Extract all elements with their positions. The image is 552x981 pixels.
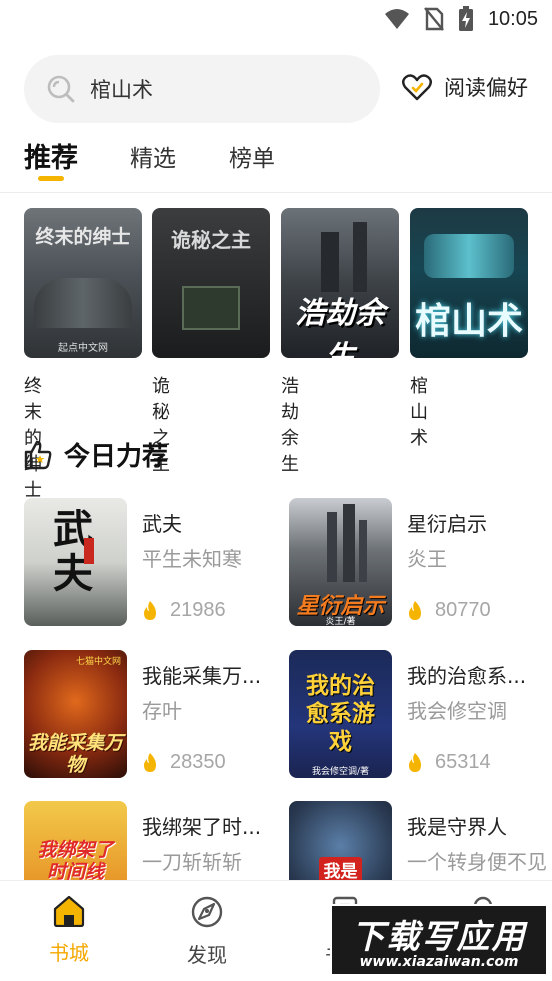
flame-icon (144, 600, 156, 620)
book-title[interactable]: 浩劫余生 (281, 372, 299, 476)
book-cover[interactable]: 诡秘之主 (152, 208, 270, 358)
search-query: 棺山术 (90, 78, 153, 102)
tab-ranking[interactable]: 榜单 (229, 139, 275, 173)
popularity-count: 28350 (170, 751, 226, 773)
book-author: 平生未知寒 (142, 547, 242, 571)
search-icon (47, 75, 75, 103)
popularity-count: 21986 (170, 599, 226, 621)
popularity: 80770 (407, 599, 491, 622)
nav-bookstore[interactable]: 书城 (24, 895, 114, 966)
book-cover: 我的治愈系游戏 我会修空调/著 (289, 650, 392, 778)
book-title: 武夫 (142, 512, 182, 536)
book-card[interactable]: 星衍启示 炎王/著 星衍启示 炎王 80770 (289, 498, 539, 628)
book-title: 我绑架了时... (142, 815, 262, 839)
book-author: 我会修空调 (407, 699, 507, 723)
popularity: 28350 (142, 751, 226, 774)
heart-icon (402, 74, 432, 101)
book-card[interactable]: 武夫 武夫 平生未知寒 21986 (24, 498, 274, 628)
tab-recommend[interactable]: 推荐 (24, 136, 78, 175)
tab-selected[interactable]: 精选 (130, 139, 176, 173)
nav-label: 发现 (187, 943, 227, 967)
flame-icon (144, 752, 156, 772)
status-time: 10:05 (487, 7, 538, 30)
book-title[interactable]: 棺山术 (410, 372, 428, 450)
book-author: 一刀斩斩斩 (142, 850, 242, 874)
reading-preference-button[interactable]: 阅读偏好 (402, 72, 528, 102)
book-cover[interactable]: 浩劫余生 (281, 208, 399, 358)
book-author: 一个转身便不见 (407, 850, 547, 874)
book-cover: 星衍启示 炎王/著 (289, 498, 392, 626)
book-cover[interactable]: 棺山术 (410, 208, 528, 358)
discover-icon (191, 896, 223, 928)
no-sim-icon (424, 7, 444, 31)
watermark: 下载写应用 www.xiazaiwan.com (330, 904, 548, 976)
wifi-icon (384, 9, 409, 29)
category-tabs: 推荐 精选 榜单 (24, 134, 524, 184)
nav-label: 书城 (49, 941, 89, 965)
watermark-main: 下载写应用 (351, 917, 527, 956)
active-tab-indicator (38, 176, 64, 181)
book-cover[interactable]: 终末的绅士 起点中文网 (24, 208, 142, 358)
watermark-url: www.xiazaiwan.com (359, 954, 519, 970)
book-title: 我的治愈系... (407, 664, 527, 688)
popularity-count: 80770 (435, 599, 491, 621)
section-title: 今日力荐 (64, 442, 169, 472)
status-bar: 10:05 (0, 0, 552, 40)
reading-preference-label: 阅读偏好 (444, 76, 528, 100)
search-bar[interactable]: 棺山术 (24, 55, 380, 123)
popularity: 65314 (407, 751, 491, 774)
book-title: 我是守界人 (407, 815, 507, 839)
tabs-divider (0, 192, 552, 193)
book-title: 我能采集万... (142, 664, 262, 688)
flame-icon (409, 600, 421, 620)
popularity: 21986 (142, 599, 226, 622)
book-cover: 武夫 (24, 498, 127, 626)
nav-discover[interactable]: 发现 (162, 895, 252, 968)
flame-icon (409, 752, 421, 772)
book-author: 炎王 (407, 547, 447, 571)
book-cover: 七猫中文网 我能采集万物 (24, 650, 127, 778)
popularity-count: 65314 (435, 751, 491, 773)
book-author: 存叶 (142, 699, 182, 723)
section-header: 今日力荐 (24, 436, 168, 473)
book-title: 星衍启示 (407, 512, 487, 536)
thumbs-up-icon (24, 440, 52, 469)
home-icon (53, 895, 85, 928)
book-card[interactable]: 我的治愈系游戏 我会修空调/著 我的治愈系... 我会修空调 65314 (289, 650, 539, 780)
book-card[interactable]: 七猫中文网 我能采集万物 我能采集万... 存叶 28350 (24, 650, 274, 780)
battery-charging-icon (458, 6, 473, 31)
